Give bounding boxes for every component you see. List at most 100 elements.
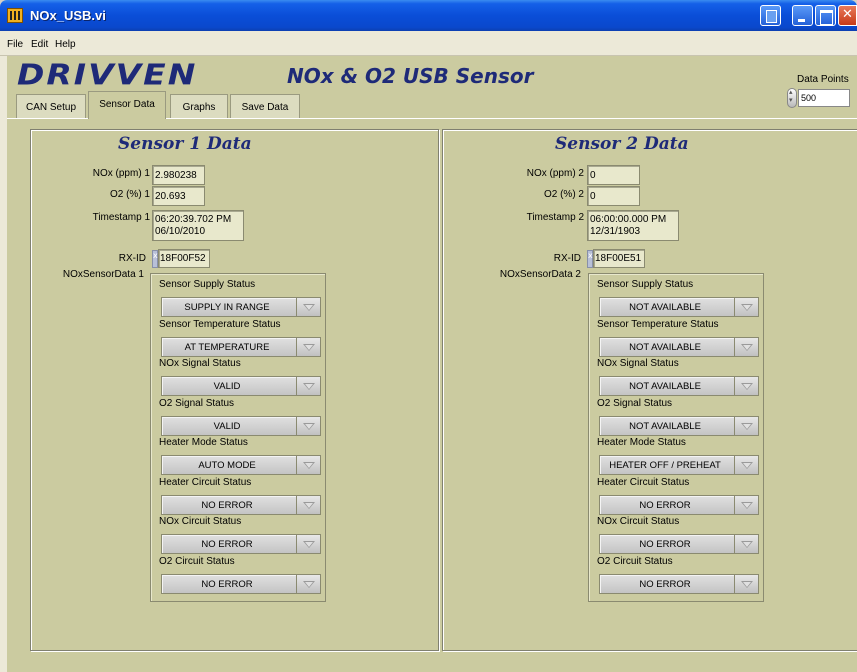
sensor2-status-value: HEATER OFF / PREHEAT — [609, 460, 721, 471]
dropdown-arrow-icon[interactable] — [296, 337, 320, 356]
sensor2-status-cluster: Sensor Supply Status NOT AVAILABLE Sensor … — [588, 273, 764, 602]
sensor1-status-label: Heater Circuit Status — [159, 476, 252, 488]
dropdown-arrow-icon[interactable] — [296, 574, 320, 593]
labview-vi-icon — [7, 8, 23, 23]
sensor1-status-label: O2 Circuit Status — [159, 555, 235, 567]
sensor1-status-ring[interactable]: SUPPLY IN RANGE — [161, 297, 321, 317]
dropdown-arrow-icon[interactable] — [734, 574, 758, 593]
drivven-logo: DRIVVEN — [17, 58, 198, 92]
dropdown-arrow-icon[interactable] — [296, 377, 320, 395]
dropdown-arrow-icon[interactable] — [296, 298, 320, 316]
sensor2-timestamp-date: 12/31/1903 — [590, 226, 641, 237]
dropdown-arrow-icon[interactable] — [734, 416, 758, 435]
dropdown-arrow-icon[interactable] — [296, 535, 320, 553]
dropdown-arrow-icon[interactable] — [296, 456, 320, 474]
sensor2-status-label: NOx Signal Status — [597, 358, 679, 369]
app-title: NOx & O2 USB Sensor — [287, 64, 534, 88]
sensor1-status-ring[interactable]: NO ERROR — [161, 534, 321, 554]
sensor1-heading: Sensor 1 Data — [118, 134, 252, 154]
sensor2-status-label: Heater Mode Status — [597, 437, 686, 448]
maximize-button[interactable] — [815, 5, 836, 26]
dropdown-arrow-icon[interactable] — [734, 337, 758, 356]
sensor1-status-value: AT TEMPERATURE — [184, 341, 270, 353]
tab-save-data[interactable]: Save Data — [230, 94, 300, 118]
sensor1-status-label: Sensor Temperature Status — [159, 318, 281, 330]
sensor2-status-label: O2 Signal Status — [597, 397, 673, 409]
title-bar: NOx_USB.vi — [0, 0, 857, 31]
sensor1-status-label: Sensor Supply Status — [159, 279, 256, 290]
sensor2-status-ring[interactable]: NOT AVAILABLE — [599, 415, 759, 436]
sensor2-heading: Sensor 2 Data — [555, 134, 689, 154]
sensor1-timestamp-time: 06:20:39.702 PM — [155, 214, 232, 225]
sensor2-status-label: Heater Circuit Status — [597, 476, 690, 488]
sensor2-status-value: NO ERROR — [639, 539, 691, 550]
sensor1-status-ring[interactable]: VALID — [161, 415, 321, 436]
sensor2-timestamp-label: Timestamp 2 — [526, 212, 584, 223]
sensor2-status-value: NOT AVAILABLE — [629, 381, 701, 392]
sensor2-status-value: NOT AVAILABLE — [629, 341, 701, 353]
sensor2-status-value: NOT AVAILABLE — [629, 420, 701, 432]
sensor2-o2-indicator: 0 — [587, 186, 640, 206]
dropdown-arrow-icon[interactable] — [734, 298, 758, 316]
sensor2-cluster-label: NOxSensorData 2 — [499, 269, 581, 280]
sensor1-status-value: SUPPLY IN RANGE — [184, 302, 270, 313]
sensor1-status-ring[interactable]: NO ERROR — [161, 494, 321, 515]
sensor1-cluster-label: NOxSensorData 1 — [62, 269, 144, 280]
tab-can-setup[interactable]: CAN Setup — [16, 94, 86, 118]
sensor1-nox-label: NOx (ppm) 1 — [92, 168, 150, 179]
sensor2-nox-indicator: 0 — [587, 165, 640, 185]
sensor2-status-ring[interactable]: NO ERROR — [599, 494, 759, 515]
sensor2-nox-label: NOx (ppm) 2 — [526, 168, 584, 179]
close-button[interactable] — [838, 5, 857, 26]
sensor1-status-label: NOx Circuit Status — [159, 516, 242, 527]
dropdown-arrow-icon[interactable] — [734, 495, 758, 514]
sensor2-timestamp-time: 06:00:00.000 PM — [590, 214, 667, 225]
tab-sensor-data[interactable]: Sensor Data — [88, 91, 166, 119]
sensor1-rxid-label: RX-ID — [118, 253, 146, 264]
sensor2-status-ring[interactable]: NO ERROR — [599, 573, 759, 594]
sensor1-status-ring[interactable]: AUTO MODE — [161, 455, 321, 475]
sensor1-o2-label: O2 (%) 1 — [109, 189, 150, 200]
context-help-icon[interactable] — [760, 5, 781, 26]
sensor2-status-value: NO ERROR — [639, 578, 691, 590]
dropdown-arrow-icon[interactable] — [734, 535, 758, 553]
dropdown-arrow-icon[interactable] — [296, 416, 320, 435]
sensor2-status-ring[interactable]: NO ERROR — [599, 534, 759, 554]
menu-file[interactable]: File — [7, 39, 23, 50]
dropdown-arrow-icon[interactable] — [296, 495, 320, 514]
sensor1-status-value: NO ERROR — [201, 539, 253, 550]
sensor1-status-label: Heater Mode Status — [159, 437, 248, 448]
sensor1-timestamp-label: Timestamp 1 — [92, 212, 150, 223]
window-left-border — [0, 56, 7, 672]
menu-edit[interactable]: Edit — [31, 39, 48, 50]
sensor1-status-ring[interactable]: VALID — [161, 376, 321, 396]
sensor2-status-label: O2 Circuit Status — [597, 555, 673, 567]
sensor2-status-ring[interactable]: HEATER OFF / PREHEAT — [599, 455, 759, 475]
dropdown-arrow-icon[interactable] — [734, 456, 758, 474]
sensor1-status-label: NOx Signal Status — [159, 358, 241, 369]
sensor1-nox-indicator: 2.980238 — [152, 165, 205, 185]
sensor1-status-value: AUTO MODE — [198, 460, 256, 471]
sensor1-o2-indicator: 20.693 — [152, 186, 205, 206]
data-points-increment-icon[interactable] — [787, 88, 797, 108]
sensor2-status-ring[interactable]: NOT AVAILABLE — [599, 336, 759, 357]
data-points-label: Data Points — [797, 74, 849, 85]
dropdown-arrow-icon[interactable] — [734, 377, 758, 395]
sensor1-status-value: VALID — [213, 381, 241, 392]
menu-bar: File Edit Help — [0, 31, 857, 56]
sensor2-o2-label: O2 (%) 2 — [543, 189, 584, 200]
menu-help[interactable]: Help — [55, 39, 76, 50]
sensor2-status-ring[interactable]: NOT AVAILABLE — [599, 297, 759, 317]
sensor1-status-ring[interactable]: AT TEMPERATURE — [161, 336, 321, 357]
sensor2-status-ring[interactable]: NOT AVAILABLE — [599, 376, 759, 396]
sensor1-status-value: NO ERROR — [201, 578, 253, 590]
sensor1-status-ring[interactable]: NO ERROR — [161, 573, 321, 594]
minimize-button[interactable] — [792, 5, 813, 26]
sensor2-status-label: NOx Circuit Status — [597, 516, 680, 527]
sensor1-status-value: NO ERROR — [201, 499, 253, 511]
sensor2-status-value: NOT AVAILABLE — [629, 302, 701, 313]
sensor1-status-label: O2 Signal Status — [159, 397, 235, 409]
tab-graphs[interactable]: Graphs — [170, 94, 228, 118]
sensor2-rxid-label: RX-ID — [553, 253, 581, 264]
data-points-input[interactable]: 500 — [798, 89, 850, 107]
